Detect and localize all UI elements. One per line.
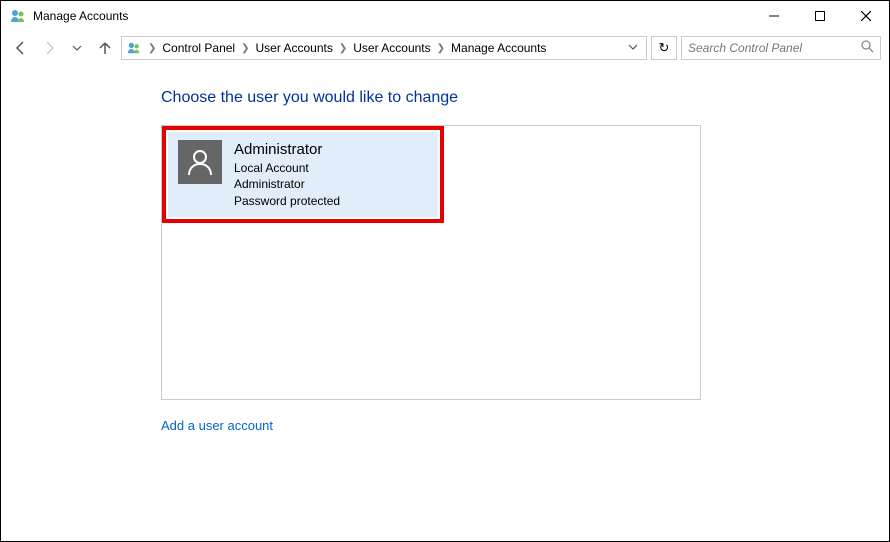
search-input[interactable]: Search Control Panel [681,36,881,60]
address-dropdown-button[interactable] [624,41,642,55]
breadcrumb-item[interactable]: Control Panel [162,41,235,55]
navigation-bar: ❯ Control Panel ❯ User Accounts ❯ User A… [1,31,889,65]
window-controls [751,1,889,31]
close-button[interactable] [843,1,889,31]
back-button[interactable] [9,36,33,60]
page-heading: Choose the user you would like to change [161,89,889,107]
chevron-right-icon[interactable]: ❯ [146,43,158,54]
maximize-button[interactable] [797,1,843,31]
add-user-link[interactable]: Add a user account [161,418,273,433]
up-button[interactable] [93,36,117,60]
recent-locations-button[interactable] [65,36,89,60]
search-placeholder: Search Control Panel [688,41,802,55]
user-accounts-icon [9,7,27,25]
account-details: Administrator Local Account Administrato… [234,140,340,209]
breadcrumb-item[interactable]: User Accounts [256,41,333,55]
account-name: Administrator [234,140,340,160]
account-card-administrator[interactable]: Administrator Local Account Administrato… [168,132,438,217]
account-type: Local Account [234,160,340,176]
refresh-button[interactable]: ↻ [651,36,677,60]
minimize-button[interactable] [751,1,797,31]
account-protection: Password protected [234,193,340,209]
title-bar: Manage Accounts [1,1,889,31]
breadcrumb-item[interactable]: Manage Accounts [451,41,546,55]
chevron-right-icon[interactable]: ❯ [435,43,447,54]
forward-button[interactable] [37,36,61,60]
breadcrumb-item[interactable]: User Accounts [353,41,430,55]
content-area: Choose the user you would like to change… [1,65,889,433]
user-accounts-icon [126,40,142,56]
chevron-right-icon[interactable]: ❯ [239,43,251,54]
window-title: Manage Accounts [33,9,128,23]
avatar [178,140,222,184]
chevron-right-icon[interactable]: ❯ [337,43,349,54]
accounts-list: Administrator Local Account Administrato… [161,125,701,400]
address-bar[interactable]: ❯ Control Panel ❯ User Accounts ❯ User A… [121,36,647,60]
account-role: Administrator [234,176,340,192]
search-icon [861,40,874,56]
